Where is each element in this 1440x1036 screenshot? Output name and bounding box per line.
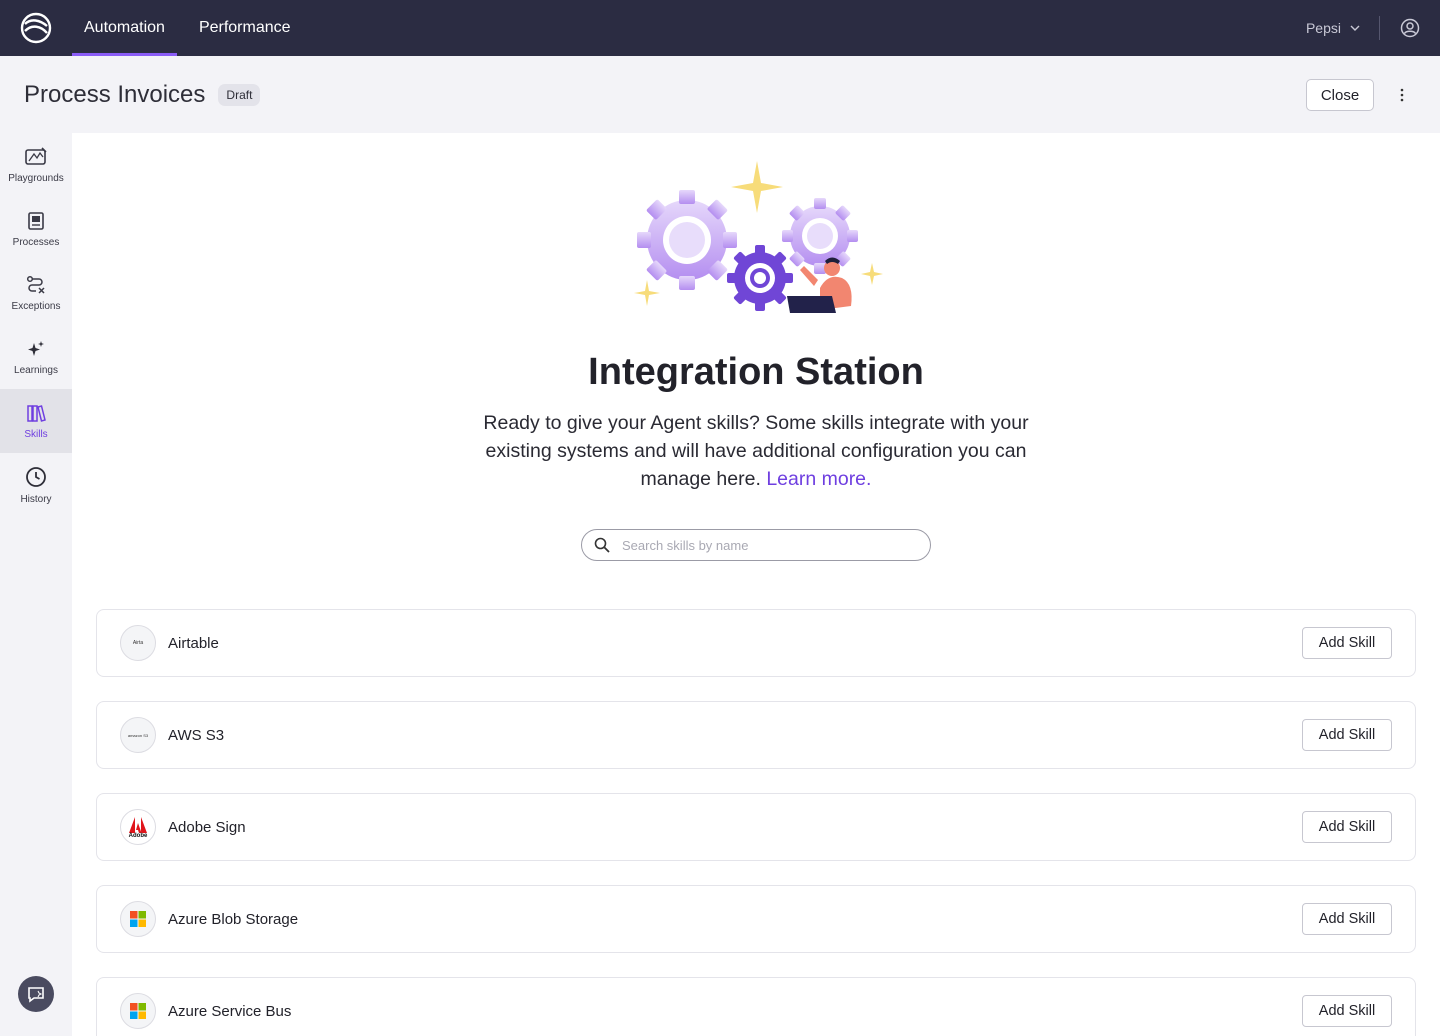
close-button[interactable]: Close — [1306, 79, 1374, 111]
sidebar-item-skills[interactable]: Skills — [0, 389, 72, 453]
sidebar-item-playgrounds[interactable]: Playgrounds — [0, 133, 72, 197]
tab-performance[interactable]: Performance — [187, 0, 303, 56]
sidebar-item-label: History — [20, 493, 52, 505]
add-skill-button[interactable]: Add Skill — [1302, 903, 1392, 935]
microsoft-logo-icon — [120, 901, 156, 937]
skill-name: Airtable — [168, 634, 219, 652]
sidebar-item-label: Exceptions — [11, 300, 61, 312]
sidebar-item-processes[interactable]: Processes — [0, 197, 72, 261]
playground-icon — [25, 146, 47, 165]
sidebar: Playgrounds Processes Exceptions Learnin… — [0, 133, 72, 1036]
processes-icon — [28, 211, 44, 230]
add-skill-button[interactable]: Add Skill — [1302, 627, 1392, 659]
add-skill-button[interactable]: Add Skill — [1302, 995, 1392, 1027]
sidebar-item-history[interactable]: History — [0, 453, 72, 517]
user-icon — [1400, 18, 1420, 38]
search-icon — [594, 537, 610, 553]
page-header: Process Invoices Draft Close — [0, 56, 1440, 133]
sparkles-icon — [28, 340, 44, 356]
add-skill-button[interactable]: Add Skill — [1302, 719, 1392, 751]
chat-icon — [28, 987, 44, 1003]
sidebar-item-label: Processes — [12, 236, 60, 248]
top-navbar: Automation Performance Pepsi — [0, 0, 1440, 56]
app-logo-icon[interactable] — [0, 0, 72, 56]
clock-icon — [26, 466, 46, 487]
integration-illustration — [634, 161, 883, 313]
skill-list: Airta Airtable Add Skill amazon S3 AWS S… — [96, 609, 1416, 1036]
adobe-logo-icon: Adobe — [120, 809, 156, 845]
intro-text: Ready to give your Agent skills? Some sk… — [483, 412, 1029, 490]
sidebar-item-label: Playgrounds — [8, 172, 64, 184]
more-options-icon[interactable] — [1390, 82, 1414, 108]
sidebar-item-learnings[interactable]: Learnings — [0, 325, 72, 389]
microsoft-logo-icon — [120, 993, 156, 1029]
skill-row-azure-service-bus: Azure Service Bus Add Skill — [96, 977, 1416, 1036]
status-badge: Draft — [218, 83, 261, 106]
search-input[interactable] — [622, 537, 912, 553]
skill-row-airtable: Airta Airtable Add Skill — [96, 609, 1416, 677]
skill-row-aws-s3: amazon S3 AWS S3 Add Skill — [96, 701, 1416, 769]
skill-name: Adobe Sign — [168, 818, 246, 836]
aws-s3-logo-icon: amazon S3 — [120, 717, 156, 753]
skill-name: AWS S3 — [168, 726, 225, 744]
user-profile-button[interactable] — [1380, 0, 1440, 56]
exceptions-icon — [26, 275, 45, 294]
skill-name: Azure Blob Storage — [168, 910, 299, 928]
skill-name: Azure Service Bus — [168, 1002, 292, 1020]
tab-automation[interactable]: Automation — [72, 0, 177, 56]
books-icon — [27, 404, 46, 422]
sidebar-item-label: Learnings — [14, 364, 58, 376]
page-title: Process Invoices — [24, 80, 206, 108]
learn-more-link[interactable]: Learn more. — [766, 468, 871, 490]
intro-description: Ready to give your Agent skills? Some sk… — [476, 409, 1036, 493]
main-content: Integration Station Ready to give your A… — [72, 133, 1440, 1036]
skill-row-adobe-sign: Adobe Adobe Sign Add Skill — [96, 793, 1416, 861]
add-skill-button[interactable]: Add Skill — [1302, 811, 1392, 843]
search-box — [581, 529, 931, 561]
airtable-logo-icon: Airta — [120, 625, 156, 661]
chat-support-button[interactable] — [18, 976, 54, 1012]
sidebar-item-exceptions[interactable]: Exceptions — [0, 261, 72, 325]
sidebar-item-label: Skills — [24, 428, 48, 440]
skill-row-azure-blob-storage: Azure Blob Storage Add Skill — [96, 885, 1416, 953]
page-heading: Integration Station — [588, 351, 924, 393]
chevron-down-icon — [1350, 25, 1360, 31]
org-selector[interactable]: Pepsi — [1288, 20, 1379, 36]
org-name: Pepsi — [1305, 20, 1341, 36]
